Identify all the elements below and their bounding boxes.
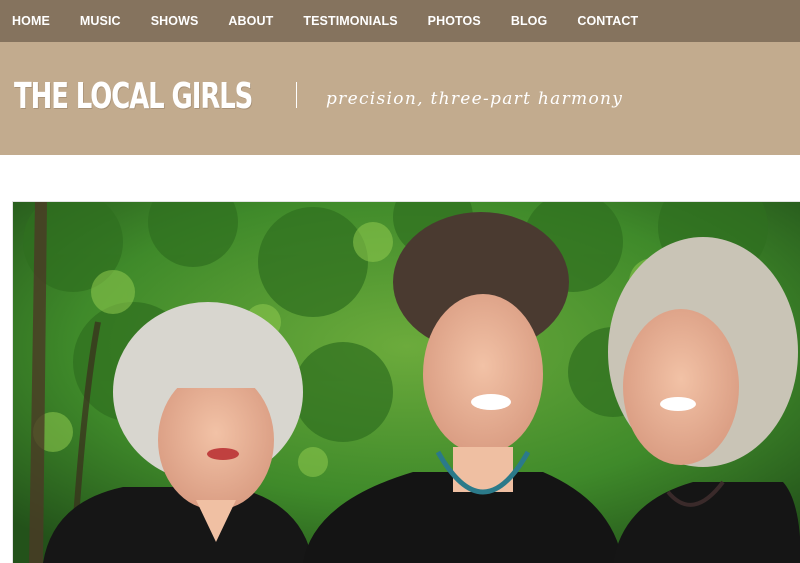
nav-blog[interactable]: BLOG [496, 0, 563, 42]
main-navigation: HOME MUSIC SHOWS ABOUT TESTIMONIALS PHOT… [0, 0, 800, 42]
site-tagline: precision, three-part harmony [326, 89, 624, 109]
nav-contact[interactable]: CONTACT [562, 0, 653, 42]
hero-photo [12, 201, 800, 563]
nav-home[interactable]: HOME [0, 0, 65, 42]
site-title[interactable]: THE LOCAL GIRLS [14, 75, 253, 119]
nav-music[interactable]: MUSIC [65, 0, 136, 42]
header-divider [296, 82, 297, 108]
nav-photos[interactable]: PHOTOS [413, 0, 496, 42]
site-header-banner: THE LOCAL GIRLS precision, three-part ha… [0, 42, 800, 155]
nav-testimonials[interactable]: TESTIMONIALS [288, 0, 412, 42]
nav-about[interactable]: ABOUT [213, 0, 288, 42]
band-photo-illustration [13, 202, 800, 563]
nav-shows[interactable]: SHOWS [136, 0, 214, 42]
